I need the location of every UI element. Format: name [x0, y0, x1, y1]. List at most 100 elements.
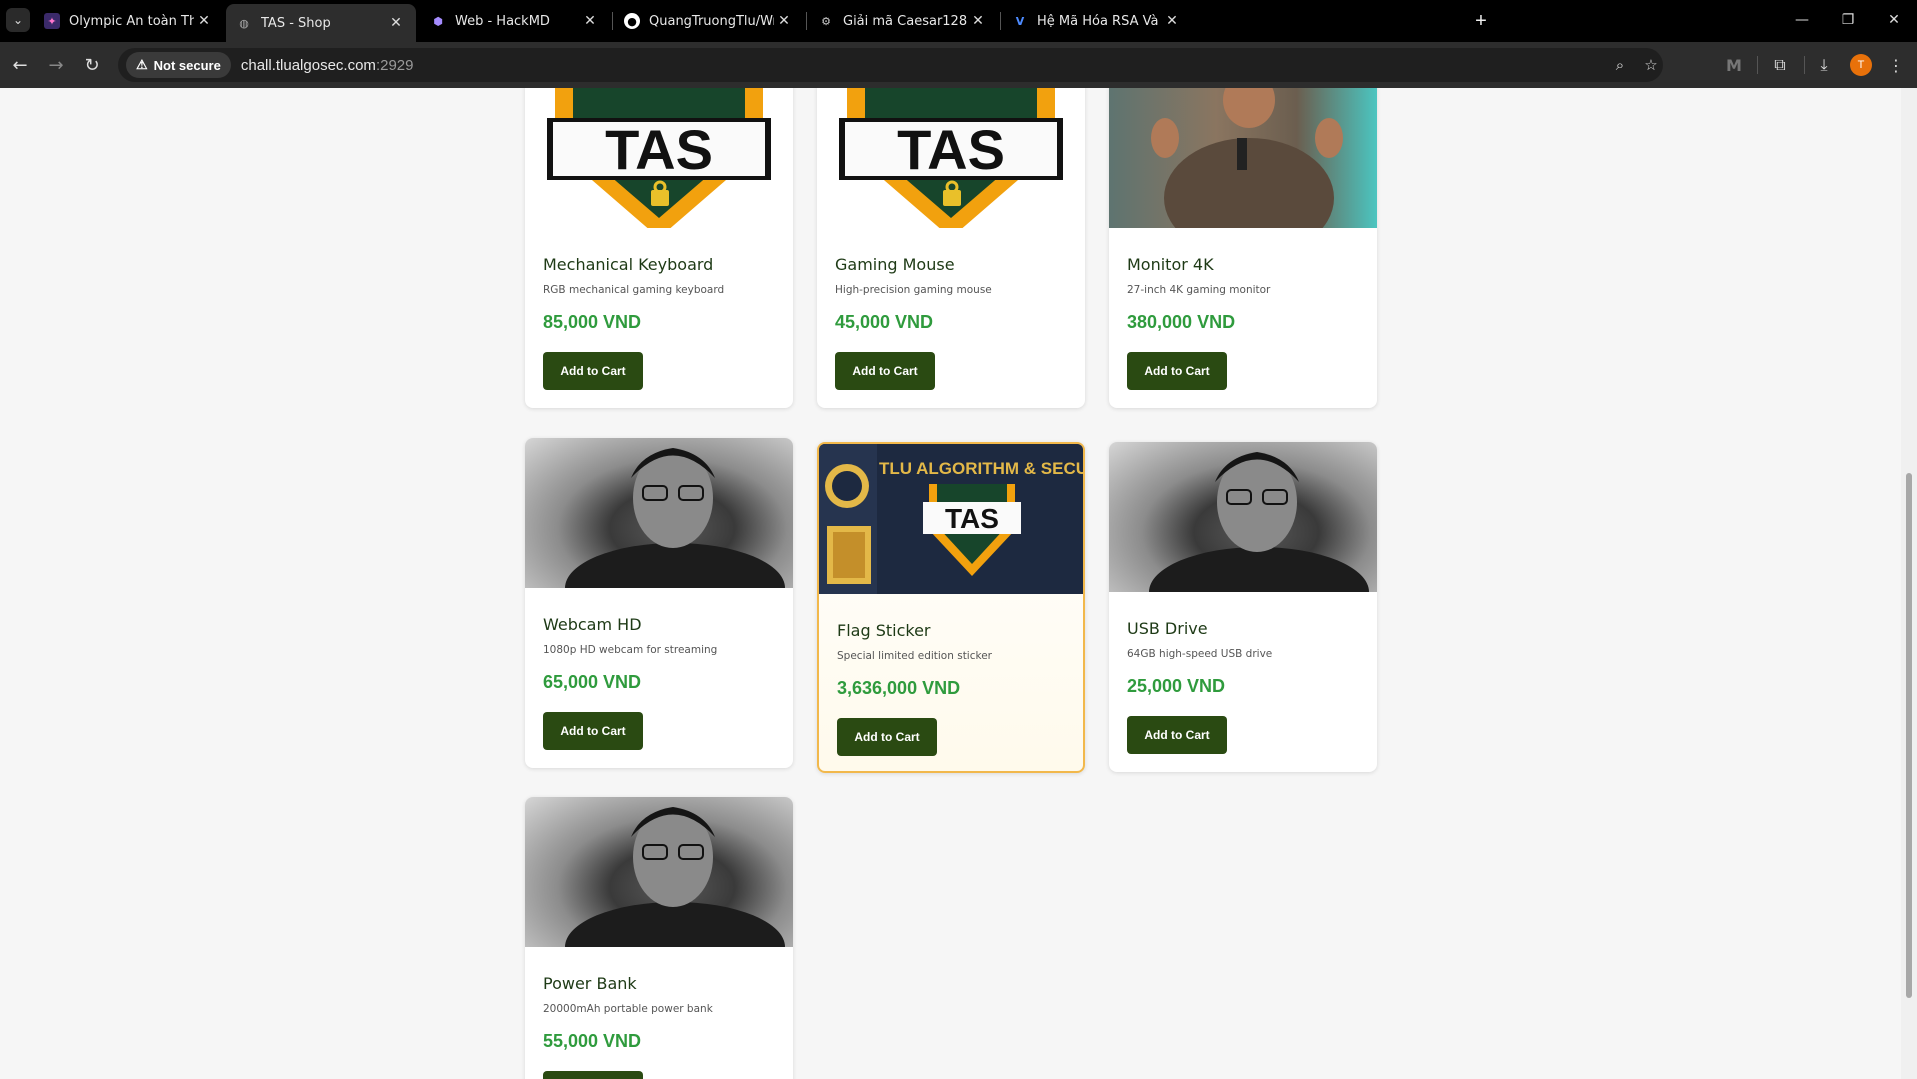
product-name: Monitor 4K: [1127, 255, 1214, 274]
security-chip[interactable]: ⚠ Not secure: [126, 52, 231, 78]
close-window-icon[interactable]: ✕: [1874, 8, 1914, 32]
tas-logo-image: TAS: [525, 88, 793, 228]
svg-text:TAS: TAS: [945, 503, 999, 534]
restore-icon[interactable]: ❐: [1828, 8, 1868, 32]
svg-text:TAS: TAS: [897, 118, 1005, 181]
add-to-cart-button[interactable]: Add to Cart: [835, 352, 935, 390]
gear-icon: ⚙: [821, 14, 831, 28]
tab-hackmd[interactable]: ⬢ Web - HackMD ✕: [420, 6, 610, 36]
url-text[interactable]: chall.tlualgosec.com:2929: [241, 57, 414, 74]
product-description: Special limited edition sticker: [837, 650, 992, 662]
tab-olympic[interactable]: ✦ Olympic An toàn Thông tin cấp ✕: [34, 6, 224, 36]
product-name: USB Drive: [1127, 619, 1208, 638]
product-name: Gaming Mouse: [835, 255, 955, 274]
product-price: 55,000 VND: [543, 1031, 642, 1051]
tab-rsa[interactable]: V Hệ Mã Hóa RSA Và Chữ Ký Số - ✕: [1002, 6, 1192, 36]
back-icon[interactable]: ←: [6, 51, 34, 79]
close-tab-icon[interactable]: ✕: [194, 13, 214, 29]
zoom-icon[interactable]: ⌕: [1607, 52, 1633, 78]
tab-caesar[interactable]: ⚙ Giải mã Caesar128 ✕: [808, 6, 998, 36]
product-description: RGB mechanical gaming keyboard: [543, 284, 725, 296]
warning-icon: ⚠: [136, 57, 148, 72]
close-tab-icon[interactable]: ✕: [580, 13, 600, 29]
close-tab-icon[interactable]: ✕: [386, 15, 406, 31]
url-port: :2929: [375, 56, 414, 74]
svg-text:TAS: TAS: [605, 118, 713, 181]
page-viewport: TAS Mechanical Keyboard RGB mechanical g…: [0, 88, 1901, 1079]
browser-tab-bar: ⌄ ✦ Olympic An toàn Thông tin cấp ✕ ◍ TA…: [0, 0, 1917, 42]
tab-tas-shop[interactable]: ◍ TAS - Shop ✕: [226, 4, 416, 42]
url-host: chall.tlualgosec.com: [240, 56, 376, 74]
tab-title: Hệ Mã Hóa RSA Và Chữ Ký Số -: [1037, 13, 1162, 29]
extension-m-icon[interactable]: M: [1720, 51, 1748, 79]
add-to-cart-button[interactable]: Add to Cart: [837, 718, 937, 756]
product-name: Power Bank: [543, 974, 637, 993]
tab-search-menu-icon[interactable]: ⌄: [6, 8, 30, 32]
product-price: 85,000 VND: [543, 312, 642, 332]
add-to-cart-button[interactable]: Add to Cart: [543, 352, 643, 390]
product-card: Webcam HD 1080p HD webcam for streaming …: [525, 438, 793, 768]
product-description: High-precision gaming mouse: [835, 284, 992, 296]
close-tab-icon[interactable]: ✕: [1162, 13, 1182, 29]
product-photo: [525, 797, 793, 947]
product-price: 25,000 VND: [1127, 676, 1226, 696]
product-card: TAS Gaming Mouse High-precision gaming m…: [817, 88, 1085, 408]
product-card: TAS Mechanical Keyboard RGB mechanical g…: [525, 88, 793, 408]
product-name: Flag Sticker: [837, 621, 931, 640]
portrait-photo: [565, 807, 785, 947]
product-photo: [1109, 442, 1377, 592]
portrait-photo: [1149, 452, 1369, 592]
scrollbar-thumb[interactable]: [1906, 473, 1912, 998]
minimize-icon[interactable]: —: [1782, 8, 1822, 32]
product-photo: [1109, 88, 1377, 228]
add-to-cart-button[interactable]: Add to Cart: [1127, 716, 1227, 754]
hackmd-icon: ⬢: [433, 14, 443, 28]
globe-icon: ◍: [239, 16, 249, 30]
product-description: 1080p HD webcam for streaming: [543, 644, 718, 656]
product-card: Monitor 4K 27-inch 4K gaming monitor 380…: [1109, 88, 1377, 408]
add-to-cart-button[interactable]: Add to Cart: [543, 712, 643, 750]
portrait-photo: [565, 448, 785, 588]
tab-title: QuangTruongTlu/WriteUp: A pl: [649, 13, 774, 29]
product-card-featured: TLU ALGORITHM & SECU TAS Flag Sticker Sp…: [817, 442, 1085, 773]
tab-github[interactable]: ● QuangTruongTlu/WriteUp: A pl ✕: [614, 6, 804, 36]
tas-logo: TAS: [547, 88, 771, 228]
close-tab-icon[interactable]: ✕: [968, 13, 988, 29]
product-description: 20000mAh portable power bank: [543, 1003, 713, 1015]
github-icon: ●: [624, 13, 640, 29]
browser-toolbar: ← → ↻ ⚠ Not secure chall.tlualgosec.com:…: [0, 42, 1917, 88]
product-card: Power Bank 20000mAh portable power bank …: [525, 797, 793, 1079]
svg-text:TLU ALGORITHM & SECU: TLU ALGORITHM & SECU: [879, 459, 1083, 478]
product-description: 27-inch 4K gaming monitor: [1127, 284, 1271, 296]
product-card: USB Drive 64GB high-speed USB drive 25,0…: [1109, 442, 1377, 772]
reload-icon[interactable]: ↻: [78, 51, 106, 79]
product-photo: [525, 438, 793, 588]
bookmark-star-icon[interactable]: ☆: [1638, 52, 1664, 78]
page-scrollbar[interactable]: [1901, 88, 1917, 1079]
product-price: 380,000 VND: [1127, 312, 1236, 332]
olympic-logo-icon: ✦: [44, 13, 60, 29]
address-bar[interactable]: ⚠ Not secure chall.tlualgosec.com:2929 ⌕…: [118, 48, 1663, 82]
product-price: 45,000 VND: [835, 312, 934, 332]
forward-icon[interactable]: →: [42, 51, 70, 79]
add-to-cart-button[interactable]: Add to Cart: [543, 1071, 643, 1079]
profile-avatar[interactable]: T: [1850, 54, 1872, 76]
profile-initial: T: [1857, 59, 1865, 71]
product-name: Webcam HD: [543, 615, 642, 634]
tab-title: TAS - Shop: [261, 15, 331, 31]
tab-title: Giải mã Caesar128: [843, 13, 968, 29]
tab-title: Web - HackMD: [455, 13, 550, 29]
security-label: Not secure: [153, 57, 221, 73]
product-description: 64GB high-speed USB drive: [1127, 648, 1273, 660]
person-photo: [1151, 88, 1343, 228]
product-price: 65,000 VND: [543, 672, 642, 692]
download-icon[interactable]: ⤓: [1810, 51, 1838, 79]
new-tab-icon[interactable]: +: [1468, 8, 1494, 34]
tlu-banner: TLU ALGORITHM & SECU TAS: [819, 444, 1083, 594]
tab-title: Olympic An toàn Thông tin cấp: [69, 13, 194, 29]
tas-logo: TAS: [839, 88, 1063, 228]
add-to-cart-button[interactable]: Add to Cart: [1127, 352, 1227, 390]
menu-kebab-icon[interactable]: ⋮: [1882, 51, 1910, 79]
extensions-puzzle-icon[interactable]: ⧉: [1766, 51, 1794, 79]
close-tab-icon[interactable]: ✕: [774, 13, 794, 29]
